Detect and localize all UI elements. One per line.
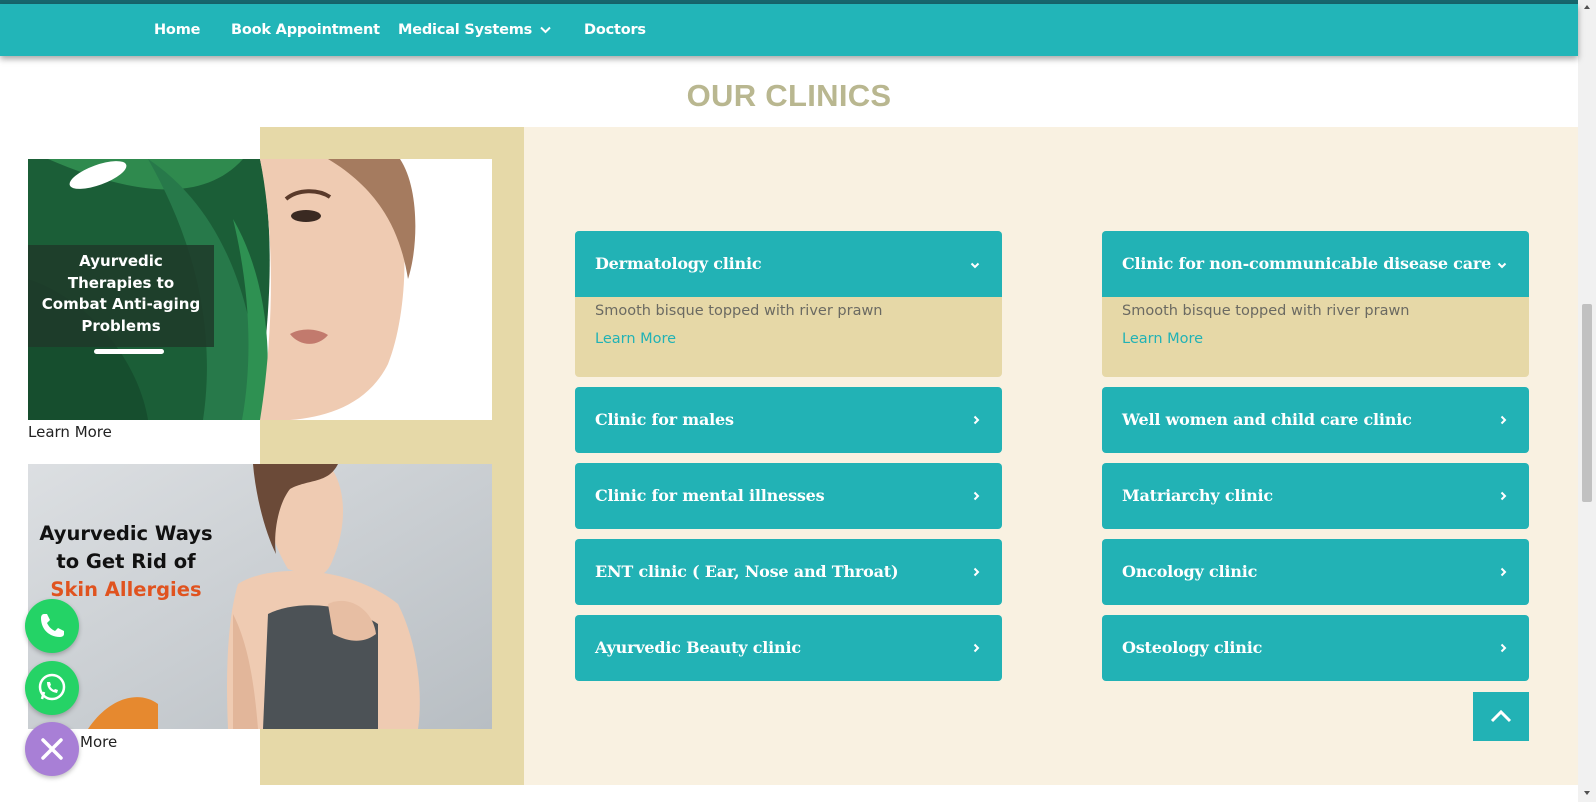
accordion-ayurvedic-beauty[interactable]: Ayurvedic Beauty clinic xyxy=(575,615,1002,681)
accordion-header[interactable]: Clinic for males xyxy=(575,387,1002,453)
accordion-learn-more-link[interactable]: Learn More xyxy=(595,331,982,347)
chevron-right-icon xyxy=(1500,387,1507,453)
close-floating-menu-button[interactable] xyxy=(25,722,79,776)
accordion-learn-more-link[interactable]: Learn More xyxy=(1122,331,1509,347)
overlay-line: Problems xyxy=(81,316,161,335)
chevron-right-icon xyxy=(1500,463,1507,529)
accordion-title: Ayurvedic Beauty clinic xyxy=(595,638,801,657)
accordion-non-communicable[interactable]: Clinic for non-communicable disease care… xyxy=(1102,231,1529,377)
accordion-title: Oncology clinic xyxy=(1122,562,1258,581)
accordion-header[interactable]: Clinic for non-communicable disease care xyxy=(1102,231,1529,297)
nav-medical-systems-label: Medical Systems xyxy=(398,22,533,38)
chevron-right-icon xyxy=(973,615,980,681)
chevron-right-icon xyxy=(973,463,980,529)
overlay-line: Therapies to xyxy=(67,273,175,292)
close-icon xyxy=(41,738,63,760)
accordion-title: Osteology clinic xyxy=(1122,638,1263,657)
whatsapp-icon xyxy=(38,673,66,701)
accordion-oncology[interactable]: Oncology clinic xyxy=(1102,539,1529,605)
accordion-title: Clinic for non-communicable disease care xyxy=(1122,254,1492,273)
accordion-body: Smooth bisque topped with river prawn Le… xyxy=(575,297,1002,357)
section-title: OUR CLINICS xyxy=(686,78,892,113)
skin-allergies-overlay-text: Ayurvedic Ways to Get Rid of Skin Allerg… xyxy=(28,520,224,604)
accordion-title: Dermatology clinic xyxy=(595,254,762,273)
accordion-title: Clinic for mental illnesses xyxy=(595,486,825,505)
accordion-header[interactable]: Clinic for mental illnesses xyxy=(575,463,1002,529)
chevron-right-icon xyxy=(973,387,980,453)
nav-doctors[interactable]: Doctors xyxy=(584,4,646,56)
chevron-right-icon xyxy=(1500,615,1507,681)
accordion-header[interactable]: Well women and child care clinic xyxy=(1102,387,1529,453)
accordion-osteology[interactable]: Osteology clinic xyxy=(1102,615,1529,681)
accordion-title: Clinic for males xyxy=(595,410,734,429)
skin-allergies-article-image[interactable]: Ayurvedic Ways to Get Rid of Skin Allerg… xyxy=(28,464,492,729)
clinics-panel xyxy=(524,127,1578,785)
chevron-right-icon xyxy=(1500,539,1507,605)
accordion-header[interactable]: Matriarchy clinic xyxy=(1102,463,1529,529)
anti-aging-article-image[interactable]: Ayurvedic Therapies to Combat Anti-aging… xyxy=(28,159,492,420)
accordion-body: Smooth bisque topped with river prawn Le… xyxy=(1102,297,1529,357)
accordion-header[interactable]: Ayurvedic Beauty clinic xyxy=(575,615,1002,681)
accordion-title: ENT clinic ( Ear, Nose and Throat) xyxy=(595,562,899,581)
chevron-right-icon xyxy=(973,539,980,605)
scroll-down-arrow-icon[interactable] xyxy=(1582,788,1592,798)
anti-aging-learn-more-link[interactable]: Learn More xyxy=(28,423,112,441)
arrow-up-icon xyxy=(1490,709,1512,723)
accordion-description: Smooth bisque topped with river prawn xyxy=(1122,303,1410,319)
accordion-matriarchy[interactable]: Matriarchy clinic xyxy=(1102,463,1529,529)
main-navbar: Home Book Appointment Medical Systems Do… xyxy=(0,4,1578,56)
chevron-down-icon xyxy=(540,4,551,56)
chevron-down-icon xyxy=(1497,231,1507,297)
accordion-women-child-care[interactable]: Well women and child care clinic xyxy=(1102,387,1529,453)
accordion-header[interactable]: Oncology clinic xyxy=(1102,539,1529,605)
chevron-down-icon xyxy=(970,231,980,297)
back-to-top-button[interactable] xyxy=(1473,692,1529,741)
scrollbar-thumb[interactable] xyxy=(1582,304,1592,502)
nav-book-appointment[interactable]: Book Appointment xyxy=(231,4,380,56)
nav-home[interactable]: Home xyxy=(154,4,200,56)
nav-medical-systems[interactable]: Medical Systems xyxy=(398,4,551,56)
phone-icon xyxy=(41,614,64,637)
accordion-description: Smooth bisque topped with river prawn xyxy=(595,303,883,319)
accordion-title: Matriarchy clinic xyxy=(1122,486,1273,505)
overlay-line: to Get Rid of xyxy=(56,550,196,573)
accordion-mental-illnesses[interactable]: Clinic for mental illnesses xyxy=(575,463,1002,529)
accordion-header[interactable]: Osteology clinic xyxy=(1102,615,1529,681)
accordion-header[interactable]: ENT clinic ( Ear, Nose and Throat) xyxy=(575,539,1002,605)
accordion-dermatology[interactable]: Dermatology clinic Smooth bisque topped … xyxy=(575,231,1002,377)
accordion-ent-clinic[interactable]: ENT clinic ( Ear, Nose and Throat) xyxy=(575,539,1002,605)
phone-call-button[interactable] xyxy=(25,599,79,653)
accordion-header[interactable]: Dermatology clinic xyxy=(575,231,1002,297)
scroll-up-arrow-icon[interactable] xyxy=(1582,2,1592,12)
accordion-title: Well women and child care clinic xyxy=(1122,410,1412,429)
overlay-line: Combat Anti-aging xyxy=(41,295,201,313)
overlay-line: Ayurvedic Ways xyxy=(39,522,213,545)
overlay-line: Ayurvedic xyxy=(79,252,163,270)
accordion-clinic-for-males[interactable]: Clinic for males xyxy=(575,387,1002,453)
whatsapp-button[interactable] xyxy=(25,661,79,715)
anti-aging-overlay-text: Ayurvedic Therapies to Combat Anti-aging… xyxy=(28,251,214,337)
skin-allergies-learn-more-link[interactable]: More xyxy=(80,733,117,751)
